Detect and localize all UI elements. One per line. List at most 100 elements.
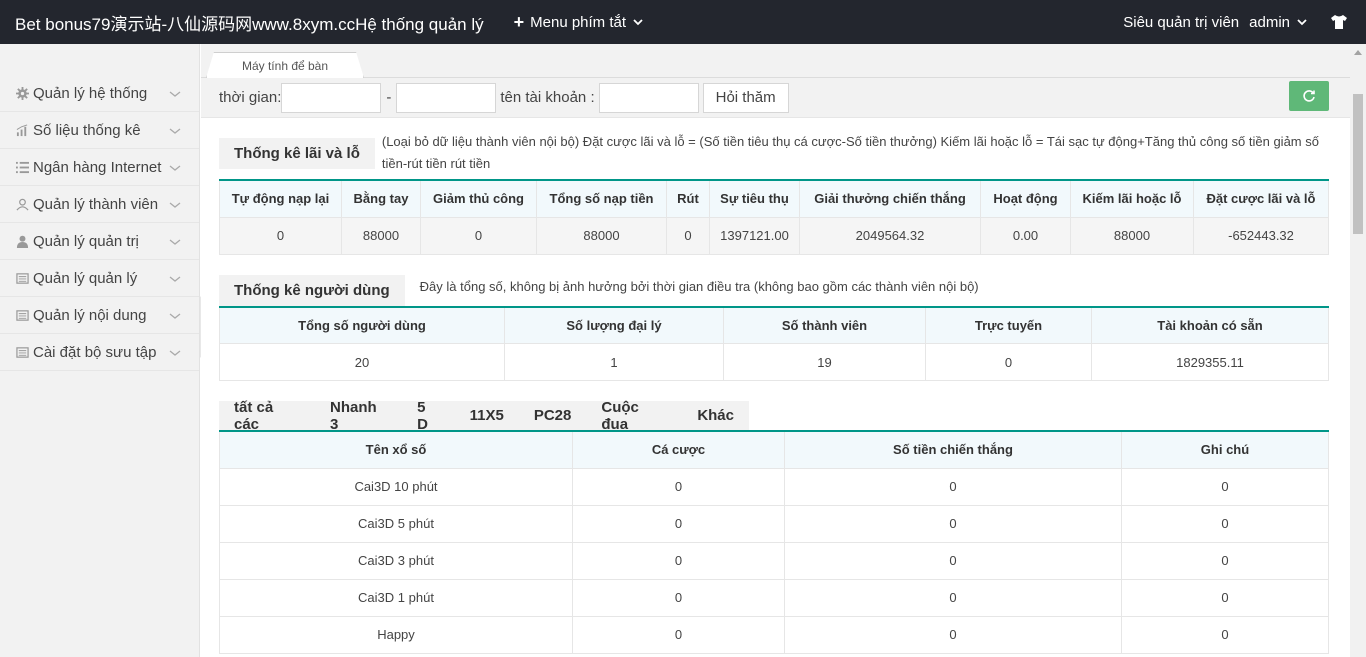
chevron-down-icon: [633, 19, 643, 26]
chevron-down-icon: [169, 276, 181, 282]
table-cell: Cai3D 10 phút: [219, 467, 573, 506]
table-cell: 0: [784, 615, 1122, 654]
tab-pc28[interactable]: PC28: [519, 407, 587, 424]
plus-icon: +: [513, 11, 525, 32]
table-cell: 0: [784, 504, 1122, 543]
filter-toolbar: thời gian: - tên tài khoản : Hỏi thăm: [201, 78, 1350, 118]
tab-fast3[interactable]: Nhanh 3: [315, 399, 402, 433]
account-label: tên tài khoản :: [500, 89, 595, 106]
query-button[interactable]: Hỏi thăm: [702, 82, 789, 113]
table-cell: 0: [666, 216, 710, 255]
table-cell: 0: [1121, 467, 1329, 506]
sidebar-item-collection-settings[interactable]: Cài đặt bộ sưu tập: [0, 334, 199, 371]
table-cell: Cai3D 3 phút: [219, 541, 573, 580]
refresh-button[interactable]: [1289, 81, 1329, 111]
table-cell: 0: [1121, 578, 1329, 617]
gear-icon: [15, 86, 29, 100]
book-icon: [15, 345, 29, 359]
profit-note: (Loại bỏ dữ liệu thành viên nội bộ) Đặt …: [381, 134, 1319, 171]
table-cell: 1397121.00: [709, 216, 800, 255]
table-cell: 0.00: [980, 216, 1071, 255]
chevron-down-icon: [169, 350, 181, 356]
table-header-cell: Cá cược: [572, 430, 785, 469]
table-header-row: Tự động nạp lại Bằng tay Giảm thủ công T…: [219, 179, 1329, 218]
table-header-cell: Đặt cược lãi và lỗ: [1193, 179, 1329, 218]
chevron-down-icon: [1297, 19, 1307, 26]
tab-race[interactable]: Cuộc đua: [586, 399, 682, 433]
users-title: Thống kê người dùng: [219, 274, 405, 306]
users-section-header: Thống kê người dùng Đây là tổng số, khôn…: [219, 274, 1329, 306]
table-row: Happy 0 0 0: [219, 615, 1329, 654]
table-header-cell: Số tiền chiến thắng: [784, 430, 1122, 469]
chevron-down-icon: [169, 313, 181, 319]
main-panel: Máy tính để bàn thời gian: - tên tài kho…: [201, 44, 1350, 657]
table-header-cell: Tự động nạp lại: [219, 179, 342, 218]
tab-11x5[interactable]: 11X5: [455, 407, 519, 424]
users-table: Tổng số người dùng Số lượng đại lý Số th…: [219, 305, 1329, 381]
users-note: Đây là tổng số, không bị ảnh hưởng bởi t…: [419, 278, 979, 294]
table-header-cell: Sự tiêu thụ: [709, 179, 800, 218]
profit-title: Thống kê lãi và lỗ: [219, 138, 375, 169]
page-scrollbar[interactable]: [1350, 44, 1366, 657]
account-input[interactable]: [598, 82, 699, 113]
table-cell: 0: [1121, 615, 1329, 654]
chevron-down-icon: [169, 91, 181, 97]
chevron-down-icon: [169, 202, 181, 208]
table-header-cell: Giảm thủ công: [420, 179, 537, 218]
table-header-cell: Tài khoản có sẵn: [1091, 306, 1329, 344]
table-row: Cai3D 1 phút 0 0 0: [219, 578, 1329, 617]
sidebar-item-management[interactable]: Quản lý quản lý: [0, 260, 199, 297]
table-row: Cai3D 5 phút 0 0 0: [219, 504, 1329, 543]
table-header-cell: Số thành viên: [723, 306, 926, 344]
scroll-up-arrow[interactable]: [1354, 50, 1362, 55]
user-icon: [15, 234, 29, 248]
table-cell: 0: [572, 578, 785, 617]
sidebar-item-admins[interactable]: Quản lý quản trị: [0, 223, 199, 260]
table-header-cell: Kiếm lãi hoặc lỗ: [1070, 179, 1194, 218]
sidebar-item-internet-bank[interactable]: Ngân hàng Internet: [0, 149, 199, 186]
end-time-input[interactable]: [396, 82, 497, 113]
sidebar-item-statistics[interactable]: Số liệu thống kê: [0, 112, 199, 149]
user-menu[interactable]: admin: [1249, 14, 1308, 31]
sidebar-item-content[interactable]: Quản lý nội dung: [0, 297, 199, 334]
list-icon: [15, 160, 29, 174]
table-header-cell: Ghi chú: [1121, 430, 1329, 469]
table-row: 20 1 19 0 1829355.11: [219, 343, 1329, 381]
book-icon: [15, 308, 29, 322]
tab-other[interactable]: Khác: [682, 407, 749, 424]
table-cell: 88000: [341, 216, 421, 255]
table-cell: 0: [784, 467, 1122, 506]
username: admin: [1249, 13, 1290, 31]
table-cell: 1: [504, 343, 724, 381]
table-cell: 0: [420, 216, 537, 255]
range-dash: -: [386, 89, 392, 106]
table-header-row: Tổng số người dùng Số lượng đại lý Số th…: [219, 306, 1329, 344]
sidebar-item-members[interactable]: Quản lý thành viên: [0, 186, 199, 223]
tab-desktop[interactable]: Máy tính để bàn: [206, 52, 364, 78]
sidebar-item-system[interactable]: Quản lý hệ thống: [0, 75, 199, 112]
bar-chart-icon: [15, 123, 29, 137]
scrollbar-thumb[interactable]: [1353, 94, 1363, 234]
quick-menu-button[interactable]: + Menu phím tắt: [514, 12, 644, 33]
sidebar-item-label: Cài đặt bộ sưu tập: [33, 343, 157, 361]
sidebar-item-label: Quản lý nội dung: [33, 306, 147, 324]
book-icon: [15, 271, 29, 285]
table-cell: 0: [572, 467, 785, 506]
content-area: Thống kê lãi và lỗ (Loại bỏ dữ liệu thàn…: [219, 128, 1329, 654]
tab-5d[interactable]: 5 D: [402, 399, 455, 433]
chevron-down-icon: [169, 165, 181, 171]
tab-all[interactable]: tất cả các: [219, 399, 315, 433]
table-row: Cai3D 3 phút 0 0 0: [219, 541, 1329, 580]
theme-shirt-icon[interactable]: [1330, 14, 1348, 30]
chevron-down-icon: [169, 128, 181, 134]
table-cell: 88000: [536, 216, 667, 255]
table-header-cell: Rút: [666, 179, 710, 218]
sidebar-item-label: Quản lý thành viên: [33, 195, 159, 213]
table-cell: 0: [784, 578, 1122, 617]
lottery-table: Tên xổ số Cá cược Số tiền chiến thắng Gh…: [219, 430, 1329, 654]
start-time-input[interactable]: [281, 82, 382, 113]
table-cell: Happy: [219, 615, 573, 654]
table-cell: 20: [219, 343, 505, 381]
sidebar: Quản lý hệ thống Số liệu thống kê Ngân h…: [0, 44, 200, 657]
table-header-cell: Hoạt động: [980, 179, 1071, 218]
